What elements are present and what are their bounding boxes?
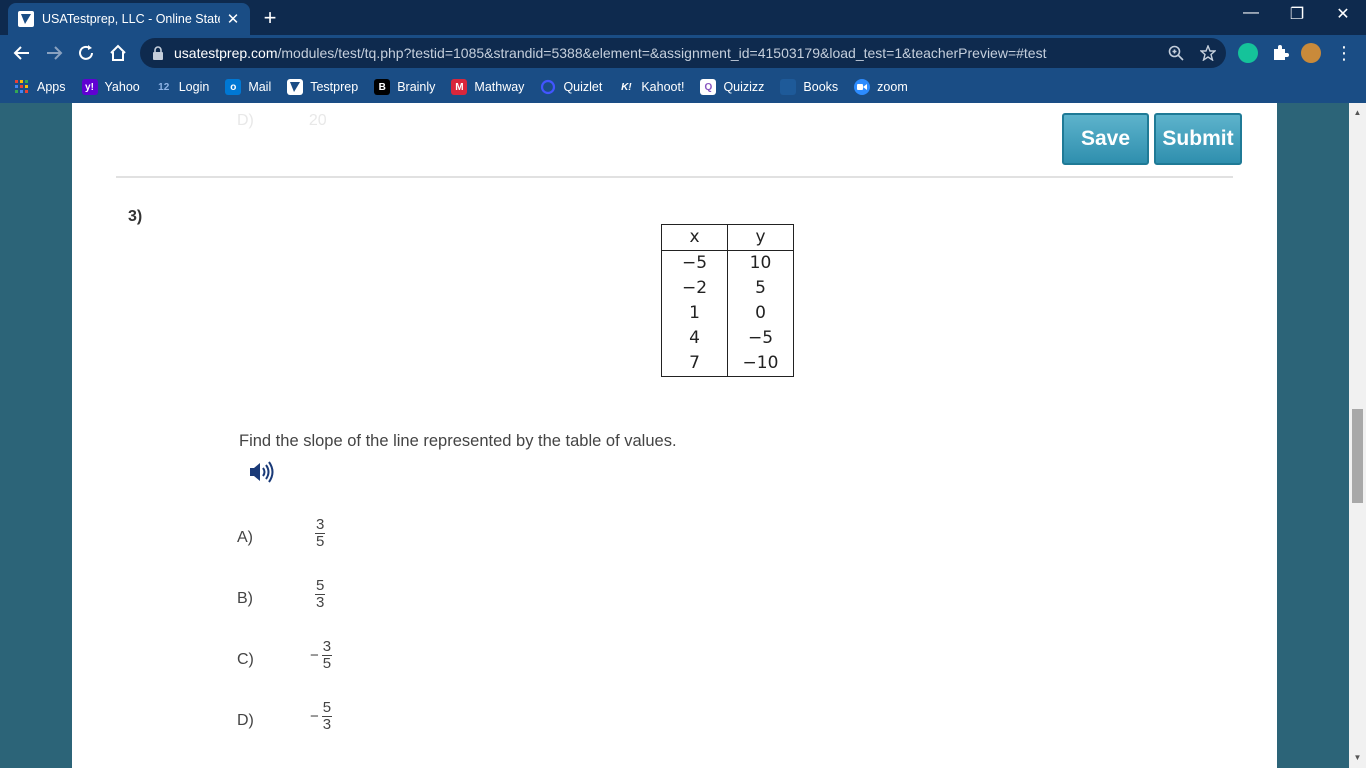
bookmark-mathway[interactable]: M Mathway bbox=[451, 79, 524, 95]
table-row: 10 bbox=[661, 301, 794, 326]
yahoo-icon: y! bbox=[81, 79, 98, 95]
bookmark-brainly[interactable]: B Brainly bbox=[374, 79, 435, 95]
option-b-fraction[interactable]: 53 bbox=[312, 578, 326, 611]
forward-icon[interactable] bbox=[42, 41, 66, 65]
back-icon[interactable] bbox=[10, 41, 34, 65]
bookmark-login[interactable]: 12 Login bbox=[156, 79, 209, 95]
browser-menu-icon[interactable]: ⋮ bbox=[1334, 43, 1354, 63]
address-bar[interactable]: usatestprep.com/modules/test/tq.php?test… bbox=[140, 38, 1226, 68]
table-row: 4 −5 bbox=[661, 326, 794, 351]
kahoot-icon: K! bbox=[621, 81, 632, 93]
books-icon bbox=[780, 79, 797, 95]
bookmark-quizizz[interactable]: Q Quizizz bbox=[700, 79, 764, 95]
extensions-puzzle-icon[interactable] bbox=[1270, 43, 1290, 63]
option-c-label[interactable]: C) bbox=[237, 651, 254, 669]
testprep-icon bbox=[287, 79, 304, 95]
restore-icon[interactable]: ❐ bbox=[1274, 4, 1320, 24]
table-row: 7 −10 bbox=[661, 351, 794, 377]
table-header-y: y bbox=[727, 224, 794, 251]
profile-avatar[interactable] bbox=[1301, 43, 1321, 63]
tab-strip: USATestprep, LLC - Online State-S ✕ + — … bbox=[0, 0, 1366, 35]
speaker-icon[interactable] bbox=[248, 459, 274, 485]
table-header-x: x bbox=[661, 224, 728, 251]
option-a-fraction[interactable]: 35 bbox=[312, 517, 326, 550]
scroll-up-icon[interactable]: ▲ bbox=[1353, 108, 1362, 117]
divider bbox=[116, 176, 1233, 178]
bookmark-testprep[interactable]: Testprep bbox=[287, 79, 358, 95]
apps-grid-icon bbox=[14, 79, 30, 95]
values-table: x y −5 10 −2 5 10 4 −5 7 −10 bbox=[661, 224, 794, 377]
bookmark-zoom[interactable]: zoom bbox=[854, 79, 908, 95]
browser-toolbar: usatestprep.com/modules/test/tq.php?test… bbox=[0, 35, 1366, 71]
mail-icon: o bbox=[225, 79, 242, 95]
page-scrollbar[interactable]: ▲ ▼ bbox=[1349, 103, 1366, 768]
active-tab[interactable]: USATestprep, LLC - Online State-S ✕ bbox=[8, 3, 250, 35]
login-icon: 12 bbox=[158, 81, 170, 93]
bookmark-star-icon[interactable] bbox=[1200, 45, 1216, 61]
option-d-fraction[interactable]: − 53 bbox=[310, 700, 333, 733]
table-row: −2 5 bbox=[661, 276, 794, 301]
question-text: Find the slope of the line represented b… bbox=[239, 432, 677, 450]
submit-button[interactable]: Submit bbox=[1154, 113, 1242, 165]
bookmark-kahoot[interactable]: K! Kahoot! bbox=[618, 79, 684, 95]
bookmarks-bar: Apps y! Yahoo 12 Login o Mail Testprep B… bbox=[0, 71, 1366, 103]
bookmark-quizlet[interactable]: Quizlet bbox=[540, 79, 602, 95]
option-d-label[interactable]: D) bbox=[237, 712, 254, 730]
quizizz-icon: Q bbox=[700, 79, 717, 95]
bookmark-yahoo[interactable]: y! Yahoo bbox=[81, 79, 140, 95]
mathway-icon: M bbox=[451, 79, 468, 95]
previous-question-answer: D) 20 bbox=[237, 112, 327, 129]
url-text: usatestprep.com/modules/test/tq.php?test… bbox=[174, 45, 1047, 61]
save-button[interactable]: Save bbox=[1062, 113, 1149, 165]
option-a-label[interactable]: A) bbox=[237, 529, 253, 547]
new-tab-icon[interactable]: + bbox=[259, 5, 281, 31]
scrollbar-thumb[interactable] bbox=[1352, 409, 1363, 503]
close-window-icon[interactable]: ✕ bbox=[1320, 4, 1366, 24]
zoom-icon bbox=[854, 79, 871, 95]
bookmark-mail[interactable]: o Mail bbox=[225, 79, 271, 95]
brainly-icon: B bbox=[374, 79, 391, 95]
zoom-icon[interactable] bbox=[1168, 45, 1184, 61]
option-b-label[interactable]: B) bbox=[237, 590, 253, 608]
bookmark-apps[interactable]: Apps bbox=[14, 79, 66, 95]
tab-title: USATestprep, LLC - Online State-S bbox=[42, 12, 220, 26]
page-viewport: D) 20 Save Submit 3) x y −5 10 −2 5 10 4 −5 … bbox=[0, 103, 1366, 768]
reload-icon[interactable] bbox=[74, 41, 98, 65]
home-icon[interactable] bbox=[106, 41, 130, 65]
lock-icon bbox=[153, 46, 163, 60]
question-number: 3) bbox=[128, 208, 143, 225]
tab-close-icon[interactable]: ✕ bbox=[224, 10, 242, 28]
table-row: −5 10 bbox=[661, 250, 794, 276]
minimize-icon[interactable]: — bbox=[1228, 4, 1274, 22]
test-panel: D) 20 Save Submit 3) x y −5 10 −2 5 10 4 −5 … bbox=[72, 103, 1277, 768]
grammarly-icon[interactable] bbox=[1238, 43, 1258, 63]
quizlet-icon bbox=[540, 79, 556, 95]
bookmark-books[interactable]: Books bbox=[780, 79, 838, 95]
scroll-down-icon[interactable]: ▼ bbox=[1353, 753, 1362, 762]
usatestprep-favicon-icon bbox=[18, 11, 34, 27]
option-c-fraction[interactable]: − 35 bbox=[310, 639, 333, 672]
